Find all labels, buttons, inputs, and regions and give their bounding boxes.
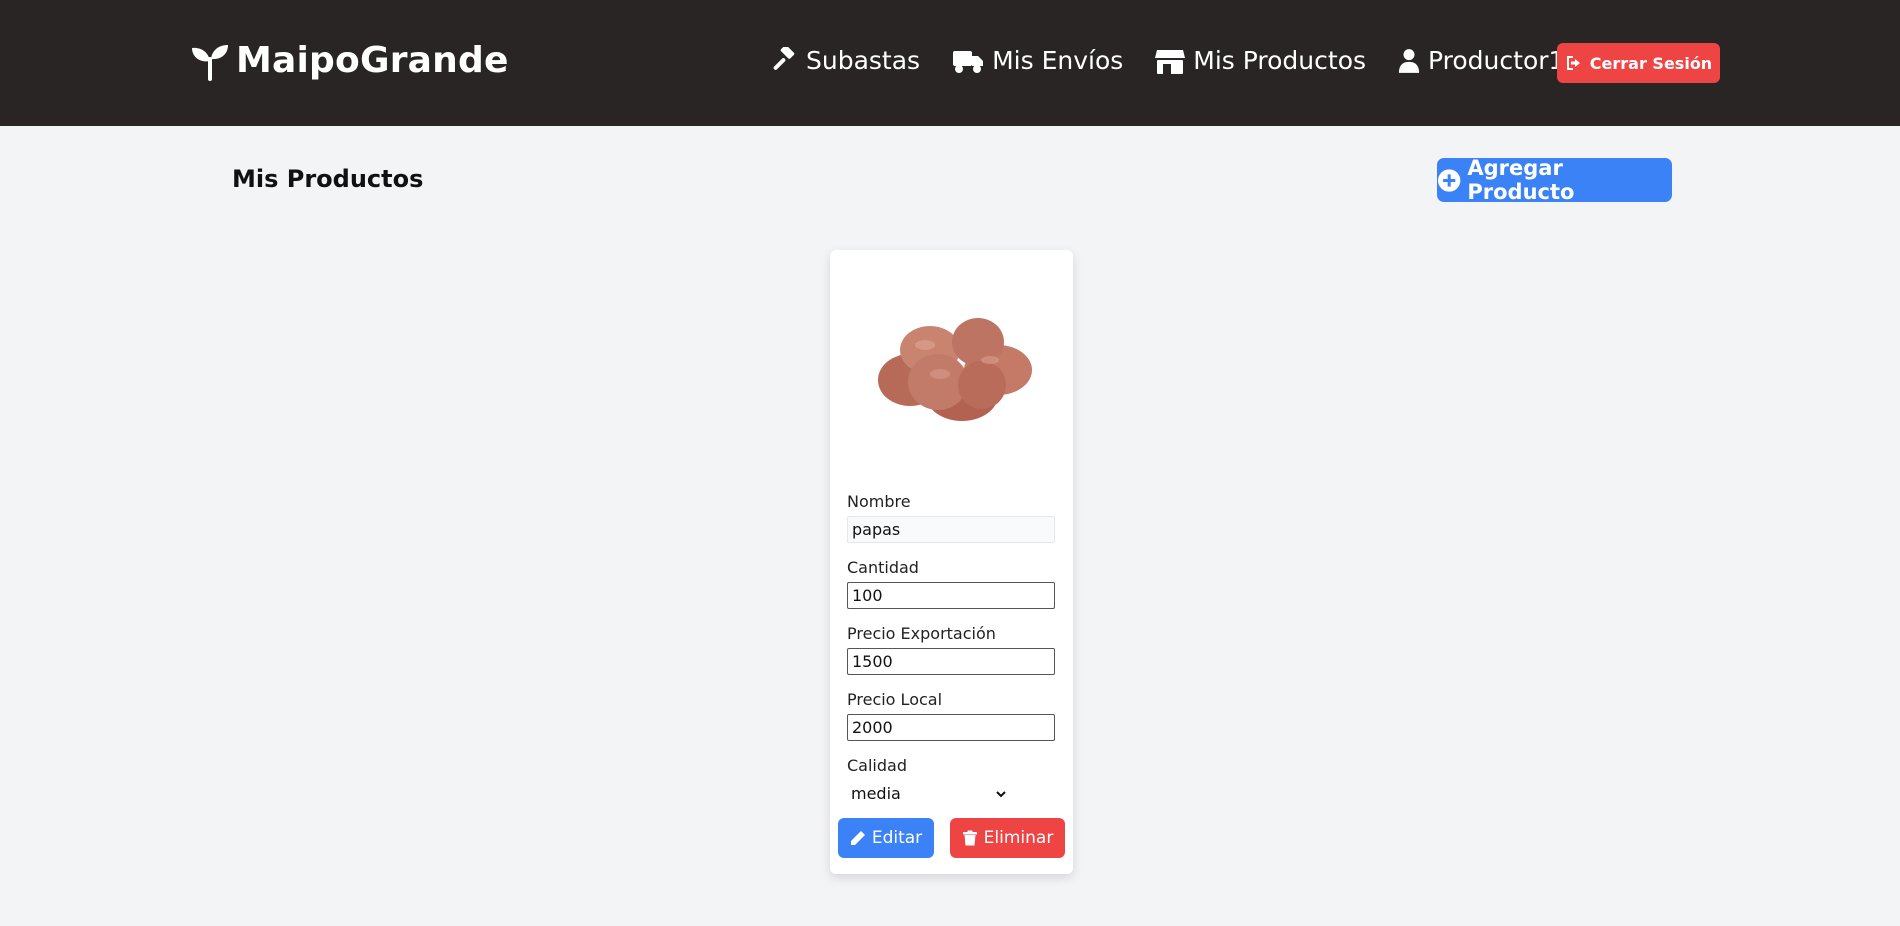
delete-button[interactable]: Eliminar bbox=[950, 818, 1065, 858]
calidad-select[interactable]: media bbox=[847, 780, 1007, 807]
truck-icon bbox=[953, 50, 984, 73]
precio-local-field: Precio Local bbox=[847, 690, 1057, 741]
nombre-input[interactable] bbox=[847, 516, 1055, 543]
add-product-label: Agregar Producto bbox=[1467, 156, 1575, 204]
logout-label: Cerrar Sesión bbox=[1589, 53, 1713, 73]
cantidad-label: Cantidad bbox=[847, 558, 919, 577]
sprout-icon bbox=[192, 44, 228, 81]
brand-name: MaipoGrande bbox=[236, 40, 509, 81]
user-icon bbox=[1398, 48, 1420, 73]
pencil-icon bbox=[850, 831, 865, 845]
add-product-button[interactable]: Agregar Producto bbox=[1437, 156, 1672, 204]
sign-out-icon bbox=[1566, 56, 1580, 70]
trash-icon bbox=[962, 830, 977, 846]
nombre-field: Nombre bbox=[847, 492, 1057, 543]
calidad-value: media bbox=[851, 784, 901, 803]
nav-item-subastas[interactable]: Subastas bbox=[770, 46, 920, 75]
logout-button[interactable]: Cerrar Sesión bbox=[1557, 43, 1720, 83]
nav-label: Productor1 bbox=[1428, 46, 1565, 75]
edit-button[interactable]: Editar bbox=[838, 818, 934, 858]
precio-exportacion-input[interactable] bbox=[847, 648, 1055, 675]
calidad-field: Calidad media bbox=[847, 756, 1057, 807]
potatoes-image bbox=[878, 318, 1032, 421]
precio-local-input[interactable] bbox=[847, 714, 1055, 741]
nav-item-envios[interactable]: Mis Envíos bbox=[952, 46, 1123, 75]
navbar: MaipoGrande Subastas Mis Envíos Mis Prod… bbox=[0, 0, 1900, 126]
cantidad-field: Cantidad bbox=[847, 558, 1057, 609]
brand[interactable]: MaipoGrande bbox=[190, 40, 509, 81]
plus-circle-icon bbox=[1438, 168, 1461, 192]
nav-item-user[interactable]: Productor1 bbox=[1398, 46, 1564, 75]
gavel-icon bbox=[773, 46, 795, 70]
precio-exportacion-field: Precio Exportación bbox=[847, 624, 1057, 675]
delete-label: Eliminar bbox=[983, 828, 1054, 848]
nombre-label: Nombre bbox=[847, 492, 911, 511]
main-nav: Subastas Mis Envíos Mis Productos Produc… bbox=[770, 46, 1596, 75]
chevron-down-icon bbox=[996, 790, 1006, 797]
page-title: Mis Productos bbox=[232, 165, 424, 193]
product-card: Nombre Cantidad Precio Exportación Preci… bbox=[830, 250, 1073, 874]
calidad-label: Calidad bbox=[847, 756, 907, 775]
nav-label: Mis Productos bbox=[1193, 46, 1367, 75]
precio-exportacion-label: Precio Exportación bbox=[847, 624, 996, 643]
store-icon bbox=[1155, 49, 1186, 74]
nav-label: Mis Envíos bbox=[992, 46, 1124, 75]
nav-item-productos[interactable]: Mis Productos bbox=[1155, 46, 1366, 75]
cantidad-input[interactable] bbox=[847, 582, 1055, 609]
nav-label: Subastas bbox=[806, 46, 921, 75]
precio-local-label: Precio Local bbox=[847, 690, 943, 709]
edit-label: Editar bbox=[871, 828, 923, 848]
